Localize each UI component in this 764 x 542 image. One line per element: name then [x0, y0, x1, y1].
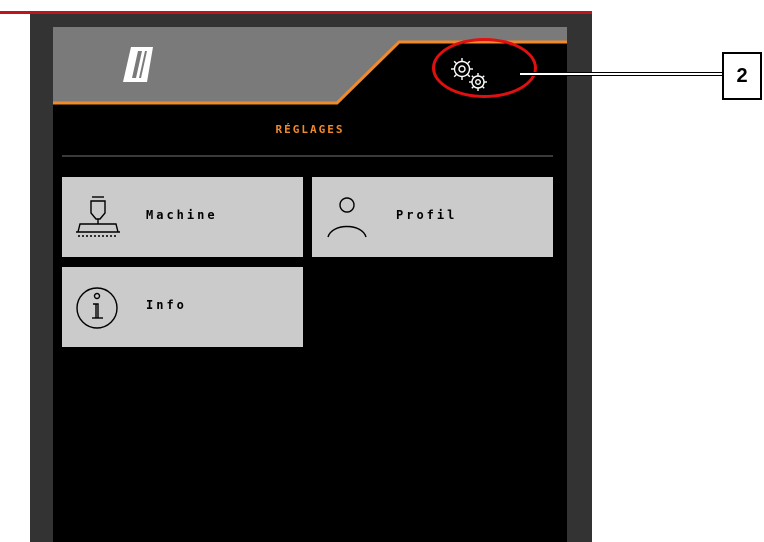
seed-drill-icon	[76, 196, 120, 237]
info-label: Info	[146, 298, 187, 312]
callout-number: 2	[722, 52, 762, 100]
title-divider	[62, 155, 553, 157]
info-icon	[76, 287, 118, 329]
page-title: RÉGLAGES	[275, 123, 345, 136]
callout-highlight-circle	[432, 38, 537, 98]
machine-menu-button[interactable]: Machine	[62, 177, 303, 257]
figure: RÉGLAGES Machine Profil Info 2	[0, 0, 764, 542]
machine-label: Machine	[146, 208, 218, 222]
profil-label: Profil	[396, 208, 458, 222]
user-profile-icon	[327, 197, 367, 238]
profil-menu-button[interactable]: Profil	[312, 177, 553, 257]
callout-leader-line	[520, 72, 734, 76]
info-menu-button[interactable]: Info	[62, 267, 303, 347]
terminal-screen: RÉGLAGES Machine Profil Info	[53, 27, 567, 542]
